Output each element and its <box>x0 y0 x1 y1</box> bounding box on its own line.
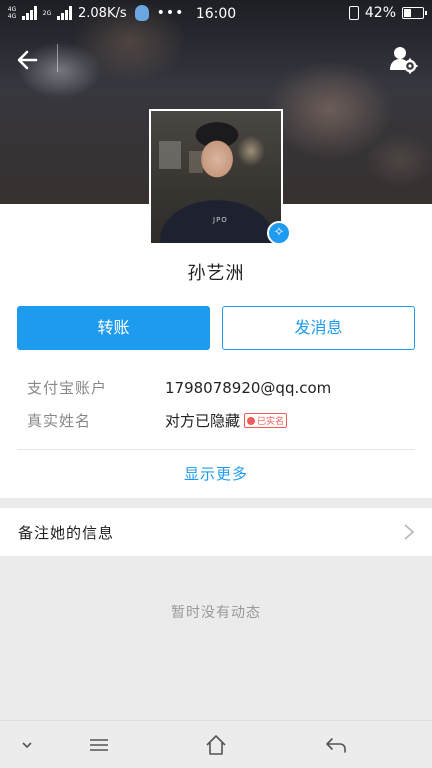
alipay-account-label: 支付宝账户 <box>27 379 108 397</box>
remark-info-label: 备注她的信息 <box>18 524 115 542</box>
status-bar: 4G 4G 2G 2.08K/s ••• 16:00 42% <box>0 0 432 30</box>
real-name-value: 对方已隐藏 <box>165 412 241 430</box>
profile-settings-button[interactable] <box>388 44 418 74</box>
profile-name: 孙艺洲 <box>187 263 245 284</box>
show-more-link[interactable]: 显示更多 <box>0 463 432 484</box>
send-message-button[interactable]: 发消息 <box>222 306 415 350</box>
home-icon[interactable] <box>205 733 227 757</box>
remark-info-row[interactable]: 备注她的信息 <box>0 508 432 556</box>
vibrate-icon <box>348 6 359 20</box>
nav-divider <box>57 44 58 72</box>
avatar[interactable]: JPO <box>149 109 283 245</box>
chevron-right-icon <box>404 524 415 540</box>
avatar-shirt-text: JPO <box>213 216 228 224</box>
divider <box>17 449 415 450</box>
battery-fill <box>404 9 411 17</box>
avatar-photo: JPO <box>149 109 283 245</box>
profile-card: 孙艺洲 转账 发消息 支付宝账户 1798078920@qq.com 真实姓名 … <box>0 204 432 498</box>
realname-icon <box>247 416 256 425</box>
avatar-bg-window-2 <box>189 151 203 173</box>
alipay-account-row: 支付宝账户 1798078920@qq.com <box>27 377 331 398</box>
status-right: 42% <box>348 5 427 21</box>
back-button[interactable] <box>14 46 46 74</box>
avatar-bg-window <box>159 141 181 169</box>
user-settings-icon <box>390 47 418 74</box>
transfer-button[interactable]: 转账 <box>17 306 210 350</box>
realname-badge-text: 已实名 <box>257 417 285 427</box>
system-nav-bar <box>0 720 432 768</box>
alipay-account-value: 1798078920@qq.com <box>165 378 332 397</box>
chevron-down-icon[interactable] <box>20 733 34 757</box>
back-icon[interactable] <box>324 733 348 757</box>
empty-feed-text: 暂时没有动态 <box>171 605 261 621</box>
arrow-left-icon <box>17 50 38 70</box>
menu-icon[interactable] <box>88 733 110 757</box>
verified-badge-icon: ✧ <box>267 221 291 245</box>
real-name-label: 真实姓名 <box>27 412 92 430</box>
real-name-row: 真实姓名 对方已隐藏 已实名 <box>27 410 288 431</box>
battery-icon <box>402 7 427 19</box>
verified-realname-badge: 已实名 <box>244 413 288 428</box>
battery-percent: 42% <box>364 5 396 21</box>
action-buttons: 转账 发消息 <box>17 306 415 350</box>
